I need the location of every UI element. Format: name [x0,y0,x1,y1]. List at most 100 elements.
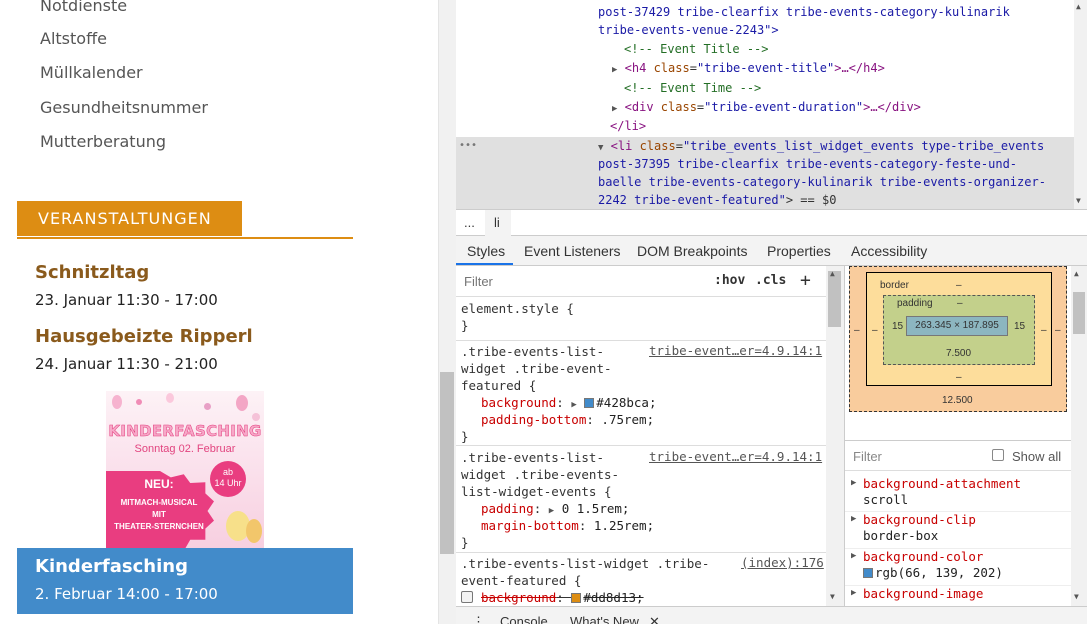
computed-scrollbar[interactable]: ▲ ▼ [1071,266,1087,606]
page-scrollbar[interactable] [438,0,456,624]
dom-node-li-selected[interactable]: ▼ <li class="tribe_events_list_widget_ev… [598,137,1044,156]
css-declaration[interactable]: padding: ▶ 0 1.5rem; [481,500,629,517]
margin-right-value[interactable]: – [1055,325,1061,336]
color-swatch[interactable] [571,593,582,603]
css-declaration[interactable]: margin-bottom: 1.25rem; [481,517,654,534]
dom-line[interactable]: baelle tribe-events-category-kulinarik t… [598,173,1046,192]
box-model-border[interactable]: border – – – – padding – 15 15 7.500 263… [866,272,1052,386]
margin-bottom-value[interactable]: 12.500 [942,395,973,406]
nav-item-muellkalender[interactable]: Müllkalender [40,63,143,82]
rule-source-link[interactable]: tribe-event…er=4.9.14:1 [649,449,822,464]
expand-triangle-icon[interactable]: ▶ [612,104,617,114]
tab-properties[interactable]: Properties [767,243,831,259]
dom-node-h4[interactable]: ▶ <h4 class="tribe-event-title">…</h4> [612,59,885,78]
scroll-up-icon[interactable]: ▲ [1074,269,1079,278]
scroll-up-icon[interactable]: ▲ [830,269,835,278]
dom-line[interactable]: post-37395 tribe-clearfix tribe-events-c… [598,155,1017,174]
expand-triangle-icon[interactable]: ▶ [612,65,617,75]
border-left-value[interactable]: – [872,325,878,336]
dom-line[interactable]: post-37429 tribe-clearfix tribe-events-c… [598,3,1010,22]
more-options-icon[interactable]: ••• [459,136,477,155]
margin-left-value[interactable]: – [854,325,860,336]
dom-comment[interactable]: <!-- Event Title --> [624,40,769,59]
tab-event-listeners[interactable]: Event Listeners [524,243,621,259]
rule-featured-background[interactable]: .tribe-events-list- tribe-event…er=4.9.1… [456,341,826,446]
breadcrumb-item-li[interactable]: li [494,215,500,230]
computed-property[interactable]: ▶ background-image [845,586,1071,606]
tab-accessibility[interactable]: Accessibility [851,243,927,259]
dom-scrollbar[interactable]: ▲ ▼ [1074,0,1087,209]
scrollbar-thumb[interactable] [828,271,841,327]
color-swatch[interactable] [584,398,595,408]
expand-triangle-icon[interactable]: ▶ [851,551,856,561]
scroll-up-icon[interactable]: ▲ [1076,2,1081,11]
dom-node-div[interactable]: ▶ <div class="tribe-event-duration">…</d… [612,98,921,117]
rule-source-link[interactable]: (index):176 [741,555,824,570]
css-declaration-overridden[interactable]: background: #dd8d13; [461,589,644,606]
computed-filter-input[interactable]: Filter [853,449,882,464]
new-rule-button[interactable]: + [800,270,811,291]
tab-styles[interactable]: Styles [467,243,505,259]
tab-dom-breakpoints[interactable]: DOM Breakpoints [637,243,747,259]
cls-button[interactable]: .cls [755,273,786,288]
border-bottom-value[interactable]: – [956,372,962,383]
border-top-value[interactable]: – [956,280,962,291]
styles-scrollbar[interactable]: ▲ ▼ [826,266,844,606]
featured-event[interactable]: Kinderfasching 2. Februar 14:00 - 17:00 [17,548,353,614]
expand-triangle-icon[interactable]: ▶ [851,478,856,488]
event-title-schnitzltag[interactable]: Schnitzltag [35,262,149,283]
close-icon[interactable]: ✕ [649,614,660,624]
toggle-checkbox[interactable] [461,591,473,603]
computed-property[interactable]: ▶ background-color rgb(66, 139, 202) [845,549,1071,586]
expand-triangle-icon[interactable]: ▶ [549,506,554,516]
styles-pane: :hov .cls + element.style { } .tribe-eve… [456,266,844,606]
scroll-down-icon[interactable]: ▼ [1074,592,1079,601]
nav-item-altstoffe[interactable]: Altstoffe [40,29,107,48]
nav-item-mutterberatung[interactable]: Mutterberatung [40,132,166,151]
drawer-menu-icon[interactable]: ⋮ [472,614,485,624]
website-panel: Notdienste Altstoffe Müllkalender Gesund… [0,0,438,624]
dom-close-li[interactable]: </li> [610,117,646,136]
border-right-value[interactable]: – [1041,325,1047,336]
rule-source-link[interactable]: tribe-event…er=4.9.14:1 [649,343,822,358]
nav-item-notdienste[interactable]: Notdienste [40,0,127,15]
expand-triangle-icon[interactable]: ▶ [851,514,856,524]
box-model-padding[interactable]: padding – 15 15 7.500 263.345 × 187.895 [883,295,1035,365]
dom-line[interactable]: tribe-events-venue-2243"> [598,21,779,40]
expand-triangle-icon[interactable]: ▶ [851,588,856,598]
padding-right-value[interactable]: 15 [1014,321,1025,332]
rule-list-widget-events[interactable]: .tribe-events-list- tribe-event…er=4.9.1… [456,446,826,553]
color-swatch[interactable] [863,568,873,578]
css-declaration[interactable]: padding-bottom: .75rem; [481,411,654,428]
collapse-triangle-icon[interactable]: ▼ [598,143,603,153]
styles-filter-input[interactable] [456,271,703,293]
show-all-checkbox[interactable] [992,449,1004,461]
hov-button[interactable]: :hov [714,273,745,288]
scroll-down-icon[interactable]: ▼ [830,592,835,601]
rule-element-style[interactable]: element.style { } [456,297,826,341]
rule-index-featured[interactable]: .tribe-events-list-widget .tribe- (index… [456,553,826,606]
scrollbar-thumb[interactable] [1073,292,1085,334]
elements-dom-tree[interactable]: post-37429 tribe-clearfix tribe-events-c… [456,0,1074,209]
css-declaration[interactable]: background: ▶ #428bca; [481,394,657,411]
computed-property[interactable]: ▶ background-clip border-box [845,512,1071,549]
dom-line[interactable]: 2242 tribe-event-featured"> == $0 [598,191,836,209]
computed-property[interactable]: ▶ background-attachment scroll [845,476,1071,512]
padding-bottom-value[interactable]: 7.500 [946,348,971,359]
tab-whats-new[interactable]: What's New [570,614,639,624]
padding-left-value[interactable]: 15 [892,321,903,332]
scroll-down-icon[interactable]: ▼ [1076,196,1081,205]
dom-comment[interactable]: <!-- Event Time --> [624,79,761,98]
show-all-label[interactable]: Show all [1012,449,1061,464]
expand-triangle-icon[interactable]: ▶ [571,400,576,410]
kinderfasching-poster-image[interactable]: KINDERFASCHING Sonntag 02. Februar ab 14… [106,391,264,548]
box-model-margin[interactable]: – – 12.500 border – – – – padding – 15 1… [849,266,1067,412]
box-model-content[interactable]: 263.345 × 187.895 [906,316,1008,336]
event-title-ripperl[interactable]: Hausgebeizte Ripperl [35,326,253,347]
tab-console[interactable]: Console [500,614,548,624]
nav-item-gesundheitsnummer[interactable]: Gesundheitsnummer [40,98,208,117]
padding-top-value[interactable]: – [957,298,963,309]
breadcrumb-item[interactable]: ... [464,215,475,230]
scrollbar-thumb[interactable] [440,372,454,554]
featured-event-title[interactable]: Kinderfasching [35,556,188,577]
